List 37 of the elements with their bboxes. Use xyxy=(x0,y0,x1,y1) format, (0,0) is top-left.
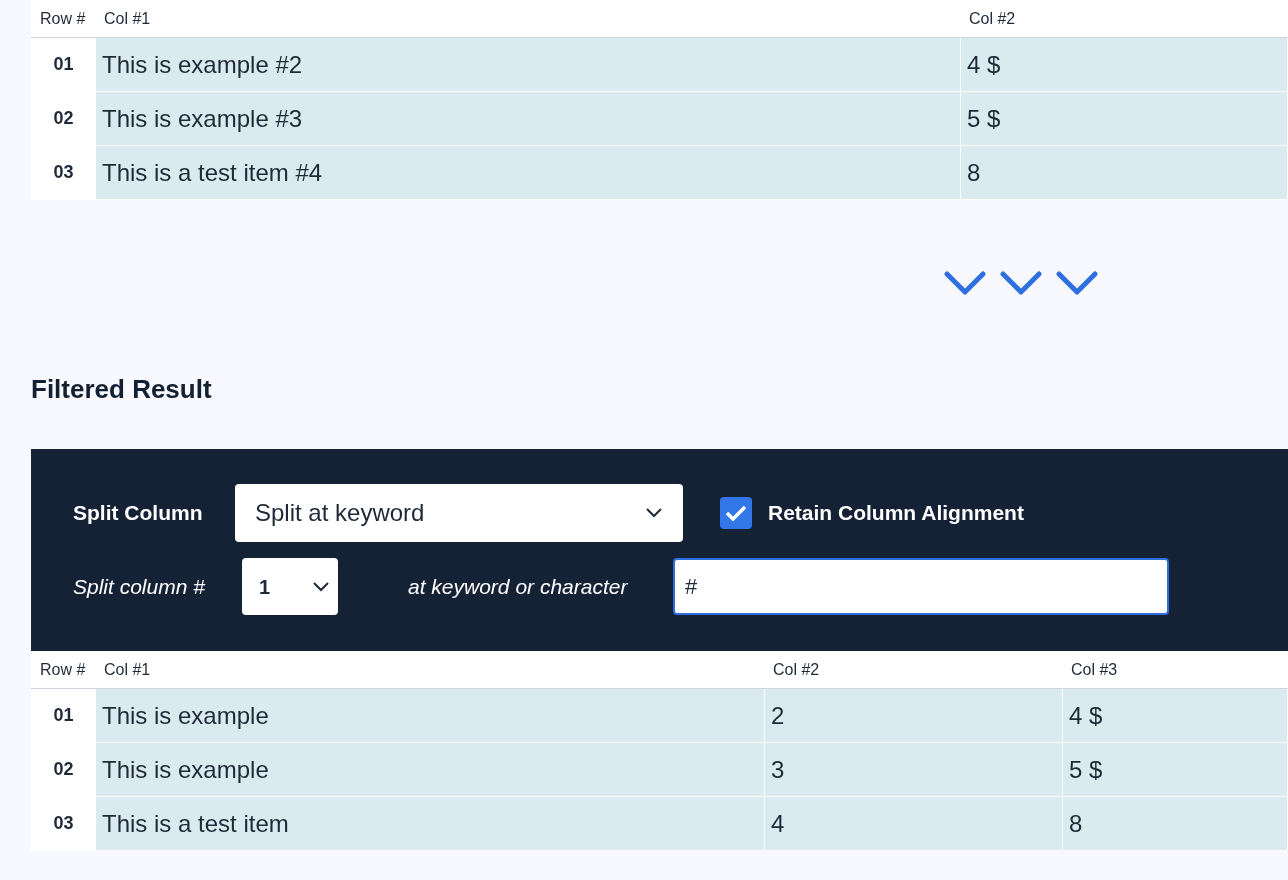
table-cell: 4 $ xyxy=(1063,689,1288,743)
column-header: Col #1 xyxy=(104,8,151,29)
column-number-label: Split column # xyxy=(73,573,206,600)
chevron-down-icon xyxy=(1056,270,1098,296)
split-column-label: Split Column xyxy=(73,500,204,527)
retain-alignment-checkbox[interactable] xyxy=(720,497,752,529)
table-cell: This is a test item #4 xyxy=(96,146,961,200)
column-header: Col #2 xyxy=(773,659,820,680)
chevron-down-icon xyxy=(645,507,663,519)
table-cell: 5 $ xyxy=(961,92,1288,146)
chevron-down-icon xyxy=(312,580,330,593)
table-cell: This is example #2 xyxy=(96,38,961,92)
section-title: Filtered Result xyxy=(31,373,213,406)
table-cell: 4 xyxy=(765,797,1063,851)
table-cell: 8 xyxy=(1063,797,1288,851)
keyword-label: at keyword or character xyxy=(408,573,629,600)
chevron-down-icon xyxy=(944,270,986,296)
checkmark-icon xyxy=(725,504,747,522)
table-cell: This is example xyxy=(96,689,765,743)
chevron-down-icon xyxy=(1000,270,1042,296)
retain-alignment-label: Retain Column Alignment xyxy=(768,500,1024,527)
table-cell: 5 $ xyxy=(1063,743,1288,797)
table-cell: This is example xyxy=(96,743,765,797)
keyword-input-field[interactable]: # xyxy=(673,558,1169,615)
table-cell: 3 xyxy=(765,743,1063,797)
column-number-select[interactable]: 1 xyxy=(242,558,338,615)
table-cell: This is a test item xyxy=(96,797,765,851)
column-header: Col #2 xyxy=(969,8,1016,29)
table-cell: 4 $ xyxy=(961,38,1288,92)
table-cell: 8 xyxy=(961,146,1288,200)
table-cell: 2 xyxy=(765,689,1063,743)
column-header: Col #1 xyxy=(104,659,151,680)
column-header: Row # xyxy=(40,659,86,680)
table-cell: This is example #3 xyxy=(96,92,961,146)
column-header: Row # xyxy=(40,8,86,29)
column-header: Col #3 xyxy=(1071,659,1118,680)
split-mode-dropdown[interactable]: Split at keyword xyxy=(235,484,683,542)
